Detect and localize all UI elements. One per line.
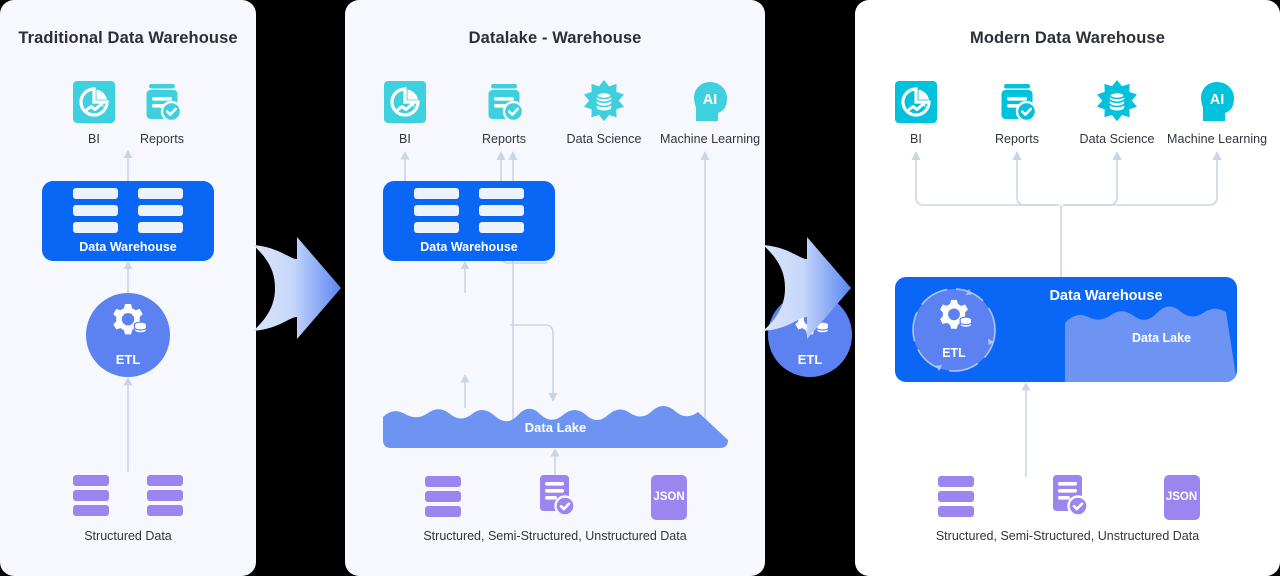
json-tile-icon[interactable]: JSON — [1163, 474, 1200, 520]
database-bars-icon — [73, 188, 183, 233]
consumer-machine-learning[interactable]: AI Machine Learning — [1167, 78, 1267, 146]
etl-label: ETL — [797, 352, 823, 367]
bi-chart-icon — [876, 78, 956, 126]
reports-document-check-icon — [122, 78, 202, 126]
sources-caption: Structured, Semi-Structured, Unstructure… — [423, 529, 687, 543]
panel-title-traditional: Traditional Data Warehouse — [18, 29, 238, 47]
source-structured-2[interactable] — [145, 473, 185, 519]
consumer-label: Machine Learning — [660, 132, 761, 146]
structured-bars-icon — [147, 475, 183, 516]
flow-arrow-datalake-to-modern — [763, 237, 851, 339]
data-warehouse-block[interactable]: Data Warehouse — [42, 181, 214, 261]
semi-structured-document-check-icon — [540, 475, 576, 517]
connector-etl-to-warehouse — [123, 261, 133, 293]
modern-data-lake-label: Data Lake — [1131, 331, 1191, 345]
consumer-bi[interactable]: BI — [365, 78, 445, 146]
consumer-data-science[interactable]: Data Science — [1077, 78, 1157, 146]
database-bars-icon — [414, 188, 524, 233]
source-structured[interactable] — [936, 474, 976, 520]
gear-database-icon — [113, 304, 148, 335]
reports-document-check-icon — [977, 78, 1057, 126]
data-warehouse-block[interactable]: Data Warehouse — [383, 181, 555, 261]
panel-title-modern: Modern Data Warehouse — [970, 29, 1165, 47]
ai-head-icon: AI — [1167, 78, 1267, 126]
modern-data-warehouse-label: Data Warehouse — [1049, 288, 1163, 304]
source-structured[interactable] — [423, 474, 463, 520]
sources-row: JSON — [345, 473, 765, 521]
consumer-machine-learning[interactable]: AI Machine Learning — [660, 78, 760, 146]
sources-row — [0, 473, 256, 519]
bi-chart-icon — [365, 78, 445, 126]
consumer-bi[interactable]: BI — [876, 78, 956, 146]
semi-structured-document-check-icon — [1052, 475, 1089, 517]
svg-text:AI: AI — [1210, 92, 1225, 108]
structured-bars-icon — [937, 476, 974, 517]
consumer-label: Reports — [994, 132, 1040, 146]
etl-label: ETL — [115, 352, 141, 367]
etl-node[interactable]: ETL — [912, 288, 996, 372]
consumer-label: Data Science — [1079, 132, 1155, 146]
data-science-flower-icon — [1077, 78, 1157, 126]
modern-data-warehouse-block[interactable]: Data Warehouse Data Lake ETL — [895, 277, 1237, 382]
json-tile-label: JSON — [653, 491, 685, 503]
connector-etl-lake — [460, 324, 558, 408]
panel-datalake-warehouse: Datalake - Warehouse BI Reports Data Sci… — [345, 0, 852, 576]
panel-title-datalake: Datalake - Warehouse — [468, 29, 642, 47]
svg-text:AI: AI — [703, 92, 718, 108]
diagram-stage: Traditional Data Warehouse BI Reports Da… — [0, 0, 1280, 576]
connector-sources-to-warehouse — [1021, 382, 1031, 477]
etl-node[interactable]: ETL — [86, 293, 170, 377]
ai-head-icon: AI — [660, 78, 760, 126]
consumer-data-science[interactable]: Data Science — [564, 78, 644, 146]
data-warehouse-label: Data Warehouse — [79, 240, 177, 254]
sources-row: JSON — [855, 473, 1280, 521]
data-science-flower-icon — [564, 78, 644, 126]
connector-warehouse-fanout — [911, 151, 1222, 280]
structured-bars-icon — [73, 475, 109, 516]
gear-database-icon — [940, 299, 973, 329]
reports-document-check-icon — [464, 78, 544, 126]
sources-caption: Structured Data — [84, 529, 172, 543]
data-warehouse-label: Data Warehouse — [420, 240, 518, 254]
consumer-label: Reports — [481, 132, 527, 146]
consumer-label: Machine Learning — [1167, 132, 1268, 146]
connector-sources-to-etl — [123, 377, 133, 472]
connector-etl-to-warehouse — [460, 261, 470, 293]
data-lake-label: Data Lake — [524, 420, 587, 435]
consumer-label: Reports — [139, 132, 185, 146]
json-tile-icon[interactable]: JSON — [651, 474, 687, 520]
consumer-label: Data Science — [566, 132, 642, 146]
consumer-label: BI — [910, 132, 922, 146]
connector-warehouse-to-consumers — [123, 150, 133, 182]
json-tile-label: JSON — [1165, 491, 1198, 503]
source-semi-structured[interactable] — [1048, 473, 1092, 521]
structured-bars-icon — [425, 476, 461, 517]
consumer-reports[interactable]: Reports — [977, 78, 1057, 146]
source-semi-structured[interactable] — [535, 473, 579, 521]
flow-arrow-traditional-to-datalake — [253, 237, 341, 339]
consumer-label: BI — [399, 132, 411, 146]
source-structured-1[interactable] — [71, 473, 111, 519]
sources-caption: Structured, Semi-Structured, Unstructure… — [935, 529, 1200, 543]
panel-traditional-data-warehouse: Traditional Data Warehouse BI Reports Da… — [0, 0, 256, 576]
consumer-reports[interactable]: Reports — [122, 78, 202, 146]
consumer-reports[interactable]: Reports — [464, 78, 544, 146]
